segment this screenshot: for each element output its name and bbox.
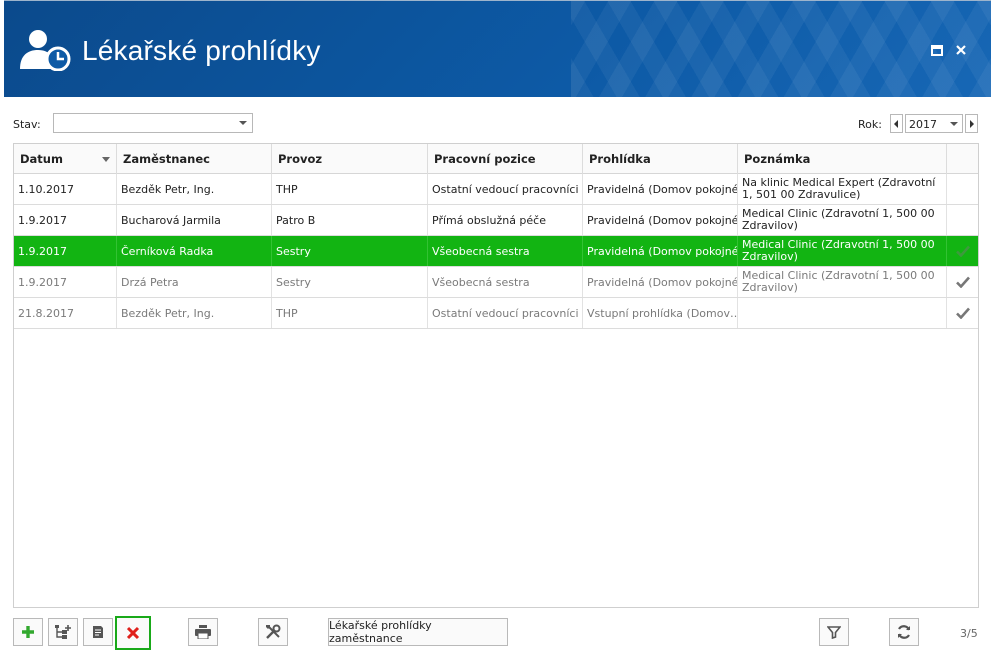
rok-label: Rok:: [858, 118, 882, 131]
cell-check: [947, 174, 978, 204]
stav-label: Stav:: [13, 118, 41, 131]
arrow-right-icon: [970, 120, 974, 128]
delete-button[interactable]: [115, 616, 151, 650]
refresh-icon: [897, 625, 911, 639]
cell-zamestnanec: Bezděk Petr, Ing.: [117, 174, 272, 204]
document-icon: [93, 626, 103, 638]
cell-zamestnanec: Bezděk Petr, Ing.: [117, 298, 272, 328]
add-button[interactable]: [13, 618, 43, 646]
cell-prohlidka: Pravidelná (Domov pokojné…: [583, 174, 738, 204]
delete-x-icon: [126, 626, 140, 640]
cell-provoz: THP: [272, 298, 428, 328]
tools-icon: [266, 624, 281, 639]
cell-pozice: Všeobecná sestra: [428, 236, 583, 266]
cell-poznamka: Medical Clinic (Zdravotní 1, 500 00 Zdra…: [738, 267, 947, 297]
cell-check: [947, 205, 978, 235]
add-child-button[interactable]: [48, 618, 78, 646]
close-icon[interactable]: [954, 43, 968, 57]
cell-check: [947, 298, 978, 328]
title-bar: Lékařské prohlídky: [4, 0, 991, 97]
checkups-grid: Datum Zaměstnanec Provoz Pracovní pozice…: [13, 143, 979, 608]
cell-provoz: Sestry: [272, 236, 428, 266]
checkmark-icon: [955, 276, 970, 288]
cell-prohlidka: Pravidelná (Domov pokojné…: [583, 267, 738, 297]
window-title: Lékařské prohlídky: [82, 35, 321, 66]
table-row[interactable]: 1.9.2017 Drzá Petra Sestry Všeobecná sestra…: [14, 267, 978, 298]
column-header-prohlidka[interactable]: Prohlídka: [583, 144, 738, 174]
rok-value: 2017: [909, 118, 937, 131]
cell-datum: 1.9.2017: [14, 236, 117, 266]
arrow-left-icon: [894, 120, 898, 128]
chevron-down-icon: [239, 121, 247, 125]
cell-prohlidka: Pravidelná (Domov pokojné…: [583, 205, 738, 235]
cell-provoz: Patro B: [272, 205, 428, 235]
maximize-icon[interactable]: [930, 43, 944, 57]
cell-provoz: THP: [272, 174, 428, 204]
column-header-provoz[interactable]: Provoz: [272, 144, 428, 174]
cell-check: [947, 267, 978, 297]
cell-provoz: Sestry: [272, 267, 428, 297]
cell-pozice: Přímá obslužná péče: [428, 205, 583, 235]
cell-zamestnanec: Bucharová Jarmila: [117, 205, 272, 235]
cell-pozice: Ostatní vedoucí pracovníci: [428, 174, 583, 204]
rok-prev-button[interactable]: [890, 114, 903, 133]
cell-poznamka: Na klinic Medical Expert (Zdravotní 1, 5…: [738, 174, 947, 204]
cell-pozice: Všeobecná sestra: [428, 267, 583, 297]
cell-check: [947, 236, 978, 266]
cell-datum: 1.9.2017: [14, 267, 117, 297]
cell-zamestnanec: Drzá Petra: [117, 267, 272, 297]
table-row[interactable]: 1.10.2017 Bezděk Petr, Ing. THP Ostatní ved…: [14, 174, 978, 205]
rok-next-button[interactable]: [965, 114, 978, 133]
column-header-check: [947, 144, 978, 174]
checkmark-icon: [955, 245, 970, 257]
table-row[interactable]: 1.9.2017 Černíková Radka Sestry Všeobecná s…: [14, 236, 978, 267]
table-row[interactable]: 1.9.2017 Bucharová Jarmila Patro B Přímá ob…: [14, 205, 978, 236]
table-row[interactable]: 21.8.2017 Bezděk Petr, Ing. THP Ostatní ved…: [14, 298, 978, 329]
print-button[interactable]: [188, 618, 218, 646]
column-header-zamestnanec[interactable]: Zaměstnanec: [117, 144, 272, 174]
filter-icon: [827, 626, 841, 639]
tree-add-icon: [55, 625, 71, 639]
cell-datum: 1.9.2017: [14, 205, 117, 235]
printer-icon: [195, 625, 211, 639]
edit-button[interactable]: [83, 618, 113, 646]
plus-icon: [22, 626, 34, 638]
column-header-datum[interactable]: Datum: [14, 144, 117, 174]
refresh-button[interactable]: [889, 618, 919, 646]
sort-desc-icon: [102, 157, 110, 162]
title-bar-pattern: [571, 1, 991, 97]
grid-header: Datum Zaměstnanec Provoz Pracovní pozice…: [14, 144, 978, 174]
column-header-pozice[interactable]: Pracovní pozice: [428, 144, 583, 174]
filter-button[interactable]: [819, 618, 849, 646]
cell-prohlidka: Pravidelná (Domov pokojné…: [583, 236, 738, 266]
cell-poznamka: Medical Clinic (Zdravotní 1, 500 00 Zdra…: [738, 205, 947, 235]
cell-poznamka: Medical Clinic (Zdravotní 1, 500 00 Zdra…: [738, 236, 947, 266]
chevron-down-icon: [950, 122, 958, 126]
page-counter: 3/5: [960, 627, 978, 640]
cell-prohlidka: Vstupní prohlídka (Domov…: [583, 298, 738, 328]
stav-select[interactable]: [53, 113, 253, 133]
cell-pozice: Ostatní vedoucí pracovníci: [428, 298, 583, 328]
cell-datum: 1.10.2017: [14, 174, 117, 204]
rok-select[interactable]: 2017: [905, 114, 963, 133]
person-clock-icon: [20, 30, 71, 71]
column-header-poznamka[interactable]: Poznámka: [738, 144, 947, 174]
checkmark-icon: [955, 307, 970, 319]
cell-zamestnanec: Černíková Radka: [117, 236, 272, 266]
cell-poznamka: [738, 298, 947, 328]
employee-checkups-button[interactable]: Lékařské prohlídky zaměstnance: [328, 618, 508, 646]
settings-button[interactable]: [258, 618, 288, 646]
cell-datum: 21.8.2017: [14, 298, 117, 328]
